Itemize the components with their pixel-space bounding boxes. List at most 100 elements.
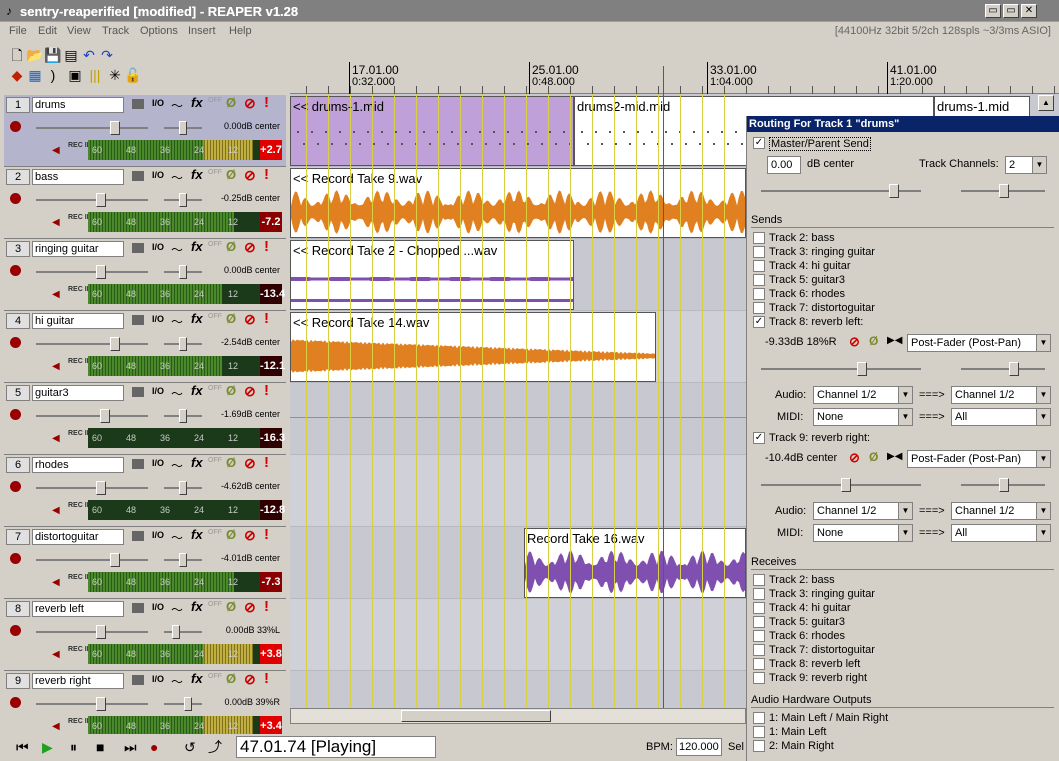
envelope-icon[interactable]: 〜 bbox=[171, 601, 183, 618]
peak-indicator[interactable]: +3.8 bbox=[260, 644, 282, 664]
slider-thumb[interactable] bbox=[179, 193, 187, 207]
pause-icon[interactable]: ⏸ bbox=[70, 739, 77, 755]
fx-bypass-button[interactable]: OFF bbox=[208, 601, 222, 608]
metronome-icon[interactable]: ◆ bbox=[8, 66, 26, 84]
media-item[interactable]: << drums-1.mid bbox=[290, 96, 574, 166]
peak-indicator[interactable]: -12.1 bbox=[260, 356, 285, 376]
fx-bypass-button[interactable]: OFF bbox=[208, 457, 222, 464]
peak-indicator[interactable]: +3.4 bbox=[260, 716, 282, 736]
restore-icon[interactable]: ▭ bbox=[1003, 4, 1019, 18]
track-name-field[interactable]: drums bbox=[32, 97, 124, 113]
pan-slider[interactable] bbox=[164, 553, 202, 567]
send9-pan-slider[interactable] bbox=[961, 478, 1045, 492]
peak-indicator[interactable]: -12.8 bbox=[260, 500, 285, 520]
receive-checkbox[interactable] bbox=[753, 588, 765, 600]
mute-icon[interactable]: ⊘ bbox=[244, 383, 256, 400]
track-name-field[interactable]: distortoguitar bbox=[32, 529, 124, 545]
go-to-end-icon[interactable]: ⏭ bbox=[124, 739, 137, 755]
lock-icon[interactable]: 🔓 bbox=[124, 66, 142, 84]
record-arm-icon[interactable] bbox=[10, 625, 21, 636]
solo-icon[interactable]: ! bbox=[264, 94, 269, 111]
speaker-icon[interactable]: ◀ bbox=[52, 289, 60, 300]
fx-button[interactable]: fx bbox=[191, 95, 203, 110]
folder-icon[interactable] bbox=[132, 243, 144, 253]
solo-icon[interactable]: ! bbox=[264, 382, 269, 399]
hw-output-checkbox[interactable] bbox=[753, 712, 765, 724]
send9-checkbox[interactable]: ✓ bbox=[753, 432, 765, 444]
master-volume-slider[interactable] bbox=[761, 184, 921, 198]
track-number[interactable]: 7 bbox=[6, 529, 30, 545]
slider-thumb[interactable] bbox=[172, 625, 180, 639]
track-number[interactable]: 4 bbox=[6, 313, 30, 329]
track-name-field[interactable]: reverb right bbox=[32, 673, 124, 689]
record-arm-icon[interactable] bbox=[10, 409, 21, 420]
fx-bypass-button[interactable]: OFF bbox=[208, 385, 222, 392]
menu-file[interactable]: File bbox=[9, 25, 27, 37]
track-number[interactable]: 6 bbox=[6, 457, 30, 473]
solo-icon[interactable]: ! bbox=[264, 238, 269, 255]
mixer-icon[interactable]: ▦ bbox=[26, 66, 44, 84]
envelope-icon[interactable]: 〜 bbox=[171, 313, 183, 330]
menu-options[interactable]: Options bbox=[140, 25, 178, 37]
fx-bypass-button[interactable]: OFF bbox=[208, 529, 222, 536]
media-item[interactable]: << Record Take 2 - Chopped ...wav bbox=[290, 240, 574, 310]
receive-checkbox[interactable] bbox=[753, 630, 765, 642]
send8-mono-icon[interactable]: ▶◀ bbox=[887, 335, 902, 346]
phase-icon[interactable]: Ø bbox=[226, 383, 236, 398]
speaker-icon[interactable]: ◀ bbox=[52, 217, 60, 228]
solo-icon[interactable]: ! bbox=[264, 670, 269, 687]
send-checkbox[interactable] bbox=[753, 274, 765, 286]
folder-icon[interactable] bbox=[132, 603, 144, 613]
track-1[interactable]: 1 drums I/O 〜 fx OFF Ø ⊘! 0.00dB center ◀ REC IN 60… bbox=[4, 94, 286, 167]
send8-phase-icon[interactable]: Ø bbox=[869, 334, 878, 348]
track-4[interactable]: 4 hi guitar I/O 〜 fx OFF Ø ⊘! -2.54dB center ◀ REC… bbox=[4, 310, 286, 383]
menu-edit[interactable]: Edit bbox=[38, 25, 57, 37]
slider-thumb[interactable] bbox=[179, 265, 187, 279]
solo-icon[interactable]: ! bbox=[264, 526, 269, 543]
volume-slider[interactable] bbox=[36, 337, 148, 351]
fx-bypass-button[interactable]: OFF bbox=[208, 313, 222, 320]
redo-icon[interactable]: ↷ bbox=[98, 46, 116, 64]
pan-slider[interactable] bbox=[164, 481, 202, 495]
slider-thumb[interactable] bbox=[110, 337, 120, 351]
record-arm-icon[interactable] bbox=[10, 193, 21, 204]
master-pan-slider[interactable] bbox=[961, 184, 1045, 198]
fx-button[interactable]: fx bbox=[191, 383, 203, 398]
play-icon[interactable]: ▶ bbox=[42, 739, 53, 755]
slider-thumb[interactable] bbox=[1009, 362, 1019, 376]
io-button[interactable]: I/O bbox=[152, 674, 164, 684]
slider-thumb[interactable] bbox=[999, 478, 1009, 492]
volume-slider[interactable] bbox=[36, 697, 148, 711]
track-7[interactable]: 7 distortoguitar I/O 〜 fx OFF Ø ⊘! -4.01dB cente… bbox=[4, 526, 286, 599]
track-name-field[interactable]: bass bbox=[32, 169, 124, 185]
phase-icon[interactable]: Ø bbox=[226, 167, 236, 182]
track-number[interactable]: 2 bbox=[6, 169, 30, 185]
snap-grid-icon[interactable]: ▣ bbox=[66, 66, 84, 84]
send8-mute-icon[interactable]: ⊘ bbox=[849, 334, 860, 350]
fx-button[interactable]: fx bbox=[191, 671, 203, 686]
track-number[interactable]: 3 bbox=[6, 241, 30, 257]
track-3[interactable]: 3 ringing guitar I/O 〜 fx OFF Ø ⊘! 0.00dB center… bbox=[4, 238, 286, 311]
track-number[interactable]: 9 bbox=[6, 673, 30, 689]
send8-volume-slider[interactable] bbox=[761, 362, 921, 376]
send-checkbox[interactable] bbox=[753, 260, 765, 272]
record-icon[interactable]: ● bbox=[150, 739, 158, 755]
slider-thumb[interactable] bbox=[179, 553, 187, 567]
master-db-input[interactable]: 0.00 bbox=[767, 156, 801, 174]
track-8[interactable]: 8 reverb left I/O 〜 fx OFF Ø ⊘! 0.00dB 33%L ◀ REC … bbox=[4, 598, 286, 671]
receive-checkbox[interactable] bbox=[753, 574, 765, 586]
pan-slider[interactable] bbox=[164, 121, 202, 135]
slider-thumb[interactable] bbox=[96, 697, 106, 711]
send9-midi-dst-select[interactable]: All ▼ bbox=[951, 524, 1051, 542]
pan-slider[interactable] bbox=[164, 697, 202, 711]
menu-view[interactable]: View bbox=[67, 25, 91, 37]
open-project-icon[interactable]: 📂 bbox=[26, 46, 44, 64]
hw-output-checkbox[interactable] bbox=[753, 726, 765, 738]
mute-icon[interactable]: ⊘ bbox=[244, 311, 256, 328]
send8-midi-dst-select[interactable]: All ▼ bbox=[951, 408, 1051, 426]
fx-button[interactable]: fx bbox=[191, 599, 203, 614]
time-position-display[interactable]: 47.01.74 [Playing] bbox=[236, 736, 436, 758]
send-checkbox[interactable] bbox=[753, 288, 765, 300]
repeat-icon[interactable]: ↺ bbox=[184, 739, 196, 755]
slider-thumb[interactable] bbox=[179, 481, 187, 495]
